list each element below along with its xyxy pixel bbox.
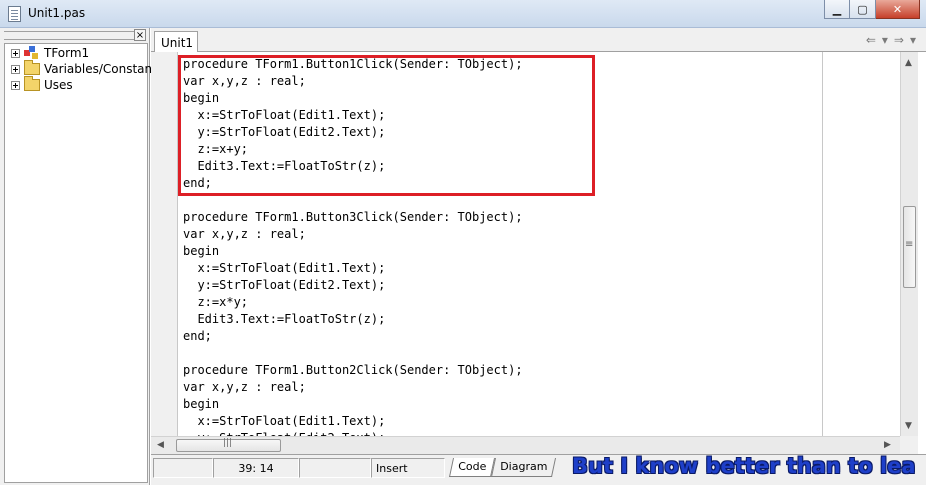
code-line[interactable]: Edit3.Text:=FloatToStr(z); <box>183 158 523 175</box>
code-line[interactable]: end; <box>183 175 523 192</box>
code-line[interactable]: begin <box>183 396 523 413</box>
code-line[interactable]: var x,y,z : real; <box>183 73 523 90</box>
code-line[interactable]: z:=x*y; <box>183 294 523 311</box>
code-line[interactable]: procedure TForm1.Button2Click(Sender: TO… <box>183 362 523 379</box>
tab-code-label: Code <box>458 460 487 473</box>
code-line[interactable]: procedure TForm1.Button1Click(Sender: TO… <box>183 56 523 73</box>
panel-grip[interactable] <box>4 31 146 40</box>
code-editor[interactable]: procedure TForm1.Button1Click(Sender: TO… <box>151 52 900 436</box>
class-icon <box>24 46 40 60</box>
tree-item-label: Uses <box>44 78 73 92</box>
horizontal-scrollbar[interactable]: ◀ ▶ <box>151 436 900 454</box>
code-line[interactable]: x:=StrToFloat(Edit1.Text); <box>183 107 523 124</box>
status-modified <box>153 458 213 478</box>
status-cursor-position: 39: 14 <box>213 458 299 478</box>
code-line[interactable] <box>183 192 523 209</box>
code-explorer-panel: × TForm1 Variables/Constants Uses <box>0 28 163 485</box>
code-line[interactable]: y:=StrToFloat(Edit2.Text); <box>183 124 523 141</box>
scroll-left-icon[interactable]: ◀ <box>157 440 164 450</box>
code-line[interactable]: begin <box>183 243 523 260</box>
close-icon: ✕ <box>892 2 903 16</box>
vertical-scrollbar[interactable]: ▲ ▼ <box>900 52 918 436</box>
code-line[interactable]: y:=StrToFloat(Edit2.Text); <box>183 277 523 294</box>
subtitle-caption: But I know better than to lea <box>572 454 916 478</box>
code-explorer-tree: TForm1 Variables/Constants Uses <box>4 43 163 483</box>
close-button[interactable]: ✕ <box>876 0 920 19</box>
horizontal-scroll-thumb[interactable] <box>176 438 281 452</box>
code-line[interactable]: begin <box>183 90 523 107</box>
title-bar: Unit1.pas ▁ ▢ ✕ <box>0 0 926 28</box>
folder-icon <box>24 76 40 91</box>
folder-icon <box>24 60 40 75</box>
forward-arrow-icon[interactable]: ⇒ <box>894 33 904 47</box>
window-title: Unit1.pas <box>28 6 86 20</box>
code-line[interactable]: z:=x+y; <box>183 141 523 158</box>
tab-code[interactable]: Code <box>448 458 496 477</box>
code-line[interactable]: x:=StrToFloat(Edit1.Text); <box>183 413 523 430</box>
tree-item-label: Variables/Constants <box>44 62 164 76</box>
minimize-icon: ▁ <box>832 2 842 16</box>
window-controls: ▁ ▢ ✕ <box>824 0 920 20</box>
code-line[interactable]: procedure TForm1.Button3Click(Sender: TO… <box>183 209 523 226</box>
scrollbar-corner <box>900 436 918 454</box>
dropdown-icon[interactable]: ▾ <box>882 33 888 47</box>
expand-icon[interactable] <box>11 64 20 74</box>
minimize-button[interactable]: ▁ <box>824 0 850 19</box>
scroll-right-icon[interactable]: ▶ <box>884 440 891 450</box>
tab-unit1[interactable]: Unit1 <box>154 31 198 53</box>
expand-icon[interactable] <box>11 48 20 58</box>
view-tabs: Code Diagram <box>448 458 557 477</box>
code-line[interactable]: x:=StrToFloat(Edit1.Text); <box>183 260 523 277</box>
code-text[interactable]: procedure TForm1.Button1Click(Sender: TO… <box>183 56 523 436</box>
dropdown-icon[interactable]: ▾ <box>910 33 916 47</box>
code-line[interactable]: Edit3.Text:=FloatToStr(z); <box>183 311 523 328</box>
maximize-button[interactable]: ▢ <box>850 0 876 19</box>
tree-item-variables-constants[interactable]: Variables/Constants <box>11 60 164 77</box>
vertical-scroll-thumb[interactable] <box>903 206 916 288</box>
maximize-icon: ▢ <box>857 2 868 16</box>
code-line[interactable] <box>183 345 523 362</box>
navigation-arrows: ⇐ ▾ ⇒ ▾ <box>866 33 916 47</box>
scroll-down-icon[interactable]: ▼ <box>905 421 912 431</box>
right-margin-line <box>822 52 823 436</box>
editor-tab-strip: Unit1 ⇐ ▾ ⇒ ▾ <box>151 28 926 53</box>
tree-item-uses[interactable]: Uses <box>11 76 73 93</box>
editor-gutter <box>151 52 178 436</box>
tree-item-label: TForm1 <box>44 46 90 60</box>
status-insert-mode: Insert <box>371 458 445 478</box>
tree-item-tform1[interactable]: TForm1 <box>11 45 89 61</box>
tab-diagram[interactable]: Diagram <box>491 458 557 477</box>
code-line[interactable]: end; <box>183 328 523 345</box>
code-line[interactable]: var x,y,z : real; <box>183 379 523 396</box>
back-arrow-icon[interactable]: ⇐ <box>866 33 876 47</box>
panel-close-icon[interactable]: × <box>134 29 146 41</box>
tab-diagram-label: Diagram <box>500 460 548 473</box>
document-icon <box>8 6 21 22</box>
code-line[interactable]: var x,y,z : real; <box>183 226 523 243</box>
expand-icon[interactable] <box>11 80 20 90</box>
status-blank <box>299 458 371 478</box>
scroll-up-icon[interactable]: ▲ <box>905 58 912 68</box>
